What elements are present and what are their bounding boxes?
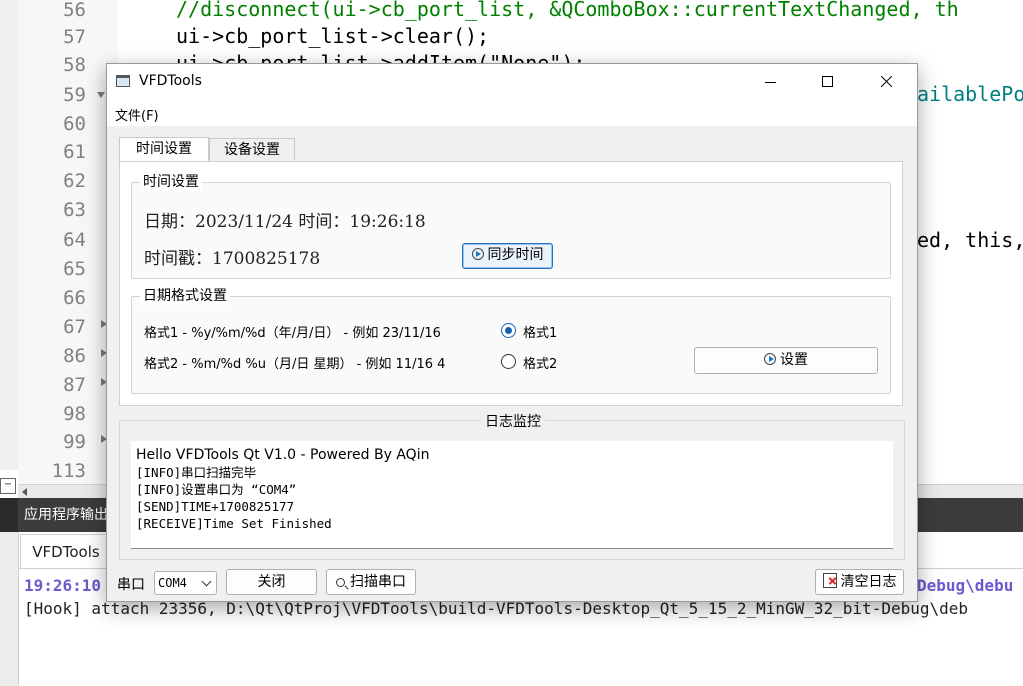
set-format-label: 设置 [780,352,808,368]
date-time-display: 日期：2023/11/24 时间：19:26:18 [144,207,426,232]
log-monitor-group: 日志监控 Hello VFDTools Qt V1.0 - Powered By… [119,414,905,560]
group-title: 日期格式设置 [140,287,230,305]
code-line: //disconnect(ui->cb_port_list, &QComboBo… [176,0,959,21]
timestamp-display: 时间戳：1700825178 [144,244,320,269]
play-icon [764,353,776,365]
tab-device-settings[interactable]: 设备设置 [209,138,295,160]
line-number: 66 [63,287,86,309]
time-settings-pane: 时间设置 日期：2023/11/24 时间：19:26:18 时间戳：17008… [119,161,903,406]
date-value: 2023/11/24 [195,212,293,232]
clear-log-button[interactable]: 清空日志 [815,569,904,595]
window-title: VFDTools [139,73,202,89]
format1-radio-label[interactable]: 格式1 [523,322,557,341]
port-select-value: COM4 [158,576,187,590]
play-icon [471,248,484,260]
scan-port-label: 扫描串口 [350,574,406,590]
line-number: 62 [63,170,86,192]
line-number: 61 [63,141,86,163]
line-number: 63 [63,199,86,221]
line-number: 99 [63,431,86,453]
menu-bar: 文件(F) [107,100,917,126]
log-output[interactable]: Hello VFDTools Qt V1.0 - Powered By AQin… [131,441,893,549]
format2-radio[interactable] [501,354,516,369]
clear-log-icon [822,573,837,588]
time-label: 时间： [298,212,350,232]
app-window-icon [116,75,130,87]
title-bar[interactable]: VFDTools [107,64,917,100]
tab-time-settings[interactable]: 时间设置 [119,137,209,161]
sync-time-label: 同步时间 [487,247,544,263]
scroll-left-icon[interactable] [22,488,27,496]
collapse-icon[interactable]: − [0,478,16,494]
code-line: ui->cb_port_list->clear(); [176,24,490,48]
log-line: [INFO]设置串口为 “COM4” [136,482,297,497]
set-format-button[interactable]: 设置 [694,347,878,374]
clear-log-label: 清空日志 [840,574,897,590]
log-monitor-title: 日志监控 [120,411,906,431]
format2-radio-label[interactable]: 格式2 [523,353,557,372]
output-timestamp: 19:26:10 [24,576,102,595]
line-number: 57 [63,26,86,48]
log-line: [RECEIVE]Time Set Finished [136,516,332,531]
close-icon[interactable] [863,64,909,100]
code-fragment: ailablePo [917,82,1023,106]
minimize-icon[interactable] [747,64,793,100]
scan-port-button[interactable]: 扫描串口 [326,569,416,595]
line-number: 65 [63,258,86,280]
sync-time-button[interactable]: 同步时间 [462,243,553,269]
format1-description: 格式1 - %y/%m/%d（年/月/日） - 例如 23/11/16 [144,326,441,341]
time-value: 19:26:18 [349,212,426,232]
line-number: 86 [63,345,86,367]
output-tab-vfdtools[interactable]: VFDTools [20,534,112,569]
log-line: [INFO]串口扫描完毕 [136,465,257,480]
line-number: 56 [63,0,86,21]
time-settings-group: 时间设置 日期：2023/11/24 时间：19:26:18 时间戳：17008… [131,173,891,279]
format1-radio[interactable] [501,323,516,338]
close-port-button[interactable]: 关闭 [226,569,317,595]
port-label: 串口 [117,577,145,593]
output-path-tail: Debug\debu [917,576,1014,595]
line-number: 58 [63,54,86,76]
editor-gutter [0,0,19,470]
date-format-group: 日期格式设置 格式1 - %y/%m/%d（年/月/日） - 例如 23/11/… [131,287,891,394]
maximize-icon[interactable] [805,64,851,100]
fold-expanded-icon[interactable] [97,92,105,98]
vfdtools-window: VFDTools 文件(F) 时间设置 设备设置 时间设置 日期：2023/11… [106,63,918,602]
format2-description: 格式2 - %m/%d %u（月/日 星期） - 例如 11/16 4 [144,357,446,372]
line-number: 64 [63,229,86,251]
timestamp-value: 1700825178 [212,249,321,269]
group-title: 时间设置 [140,173,202,191]
chevron-down-icon [201,576,212,587]
code-fragment: ed, this, [917,228,1023,252]
line-number: 67 [63,316,86,338]
timestamp-label: 时间戳： [144,249,212,269]
date-label: 日期： [144,212,195,232]
bottom-toolbar: 串口 COM4 关闭 扫描串口 清空日志 [107,568,917,598]
line-number: 98 [63,403,86,425]
line-number: 87 [63,374,86,396]
line-number: 59 [63,84,86,106]
line-number: 113 [51,460,86,482]
log-line: Hello VFDTools Qt V1.0 - Powered By AQin [136,447,430,463]
line-number: 60 [63,113,86,135]
port-select[interactable]: COM4 [154,571,217,595]
log-line: [SEND]TIME+1700825177 [136,499,295,514]
search-icon [336,578,345,587]
menu-file[interactable]: 文件(F) [115,105,159,124]
output-side-strip [0,498,19,686]
